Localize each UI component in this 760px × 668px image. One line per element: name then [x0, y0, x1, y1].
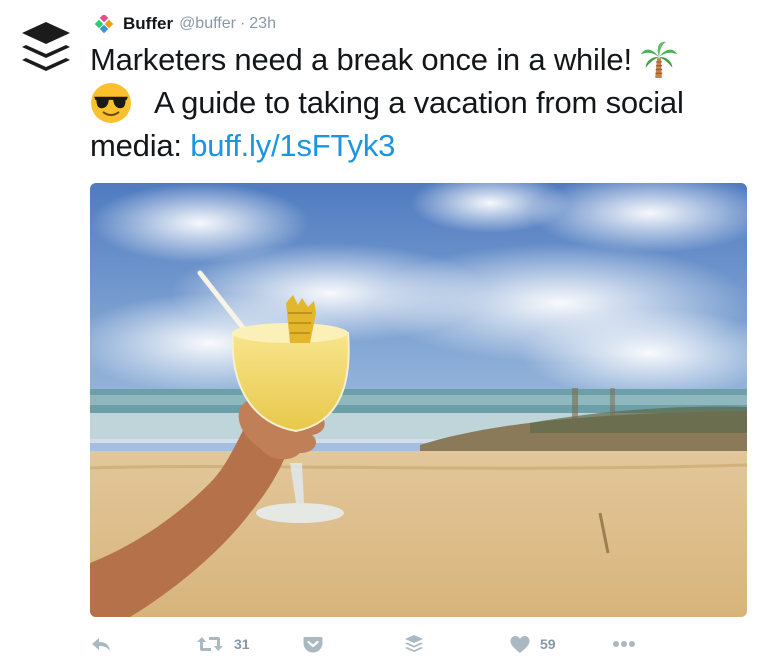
tweet-photo[interactable]: [90, 183, 747, 617]
like-button[interactable]: 59: [510, 628, 556, 660]
reply-icon: [92, 638, 110, 651]
more-icon: [613, 641, 635, 647]
separator-dot: ·: [239, 15, 246, 32]
tweet-text: Marketers need a break once in a while! …: [90, 38, 750, 167]
avatar[interactable]: [18, 20, 74, 76]
tweet-text-line1: Marketers need a break once in a while!: [90, 42, 632, 77]
like-count: 59: [540, 636, 556, 652]
author-name[interactable]: Buffer: [123, 14, 173, 34]
author-handle[interactable]: @buffer: [179, 15, 236, 33]
reply-button[interactable]: [90, 628, 112, 660]
buffer-logo-icon: [22, 22, 70, 71]
pocket-icon: [303, 637, 323, 653]
tweet-link[interactable]: buff.ly/1sFTyk3: [190, 124, 395, 167]
retweet-icon: [197, 637, 223, 651]
retweet-count: 31: [234, 636, 250, 652]
tweet-header: Buffer @buffer · 23h: [95, 12, 276, 36]
retweet-button[interactable]: 31: [196, 628, 250, 660]
palm-tree-emoji-icon: [640, 41, 677, 78]
buffer-button[interactable]: [404, 628, 424, 660]
tweet-text-line3: media:: [90, 128, 191, 163]
beach-cocktail-image: [90, 183, 747, 617]
buffer-icon: [405, 635, 423, 653]
pocket-button[interactable]: [303, 628, 323, 660]
sunglasses-face-emoji-icon: [91, 82, 131, 123]
tweet-text-line2: A guide to taking a vacation from social: [154, 85, 684, 120]
tweet-actions: 31 59: [90, 628, 750, 660]
buffer-color-icon: [95, 15, 113, 33]
heart-icon: [510, 635, 530, 653]
tweet-timestamp[interactable]: 23h: [249, 15, 276, 33]
more-button[interactable]: [612, 628, 636, 660]
